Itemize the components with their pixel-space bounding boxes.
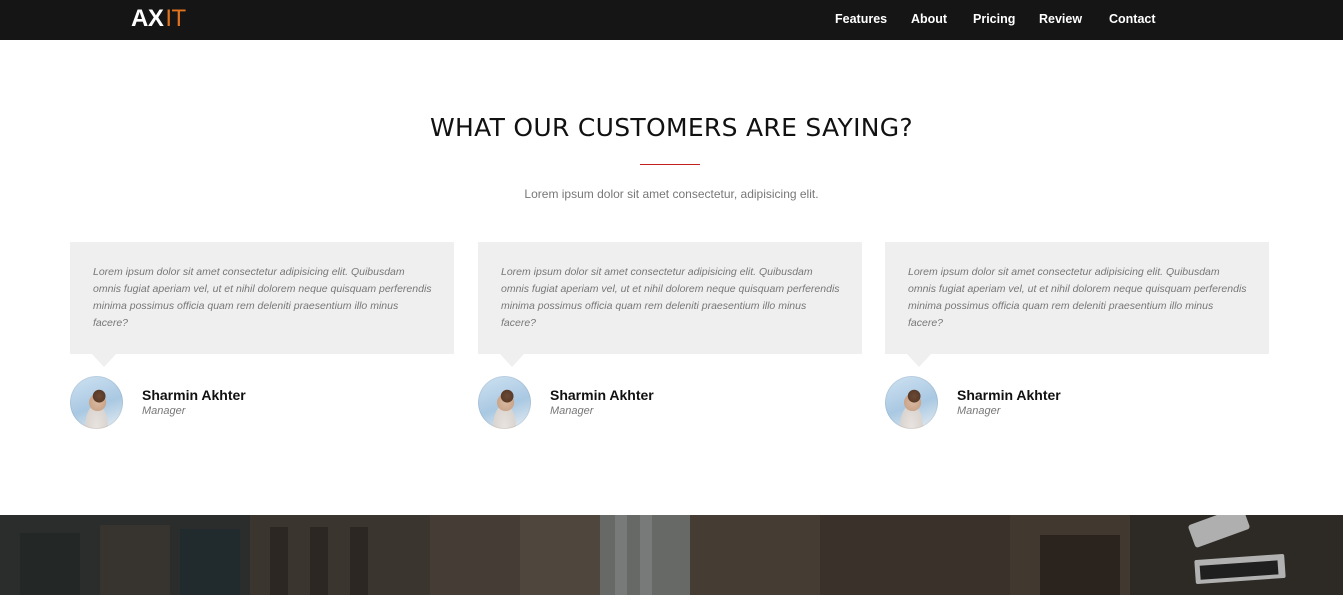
avatar [70, 376, 123, 429]
testimonial-card: Lorem ipsum dolor sit amet consectetur a… [70, 242, 454, 432]
navbar: AXIT Features About Pricing Review Conta… [0, 0, 1343, 40]
nav-link-about[interactable]: About [911, 11, 947, 27]
city-background-image [0, 515, 1343, 595]
customer-name: Sharmin Akhter [142, 387, 246, 403]
avatar [885, 376, 938, 429]
nav-link-features[interactable]: Features [835, 11, 887, 27]
quote-bubble: Lorem ipsum dolor sit amet consectetur a… [70, 242, 454, 354]
testimonial-quote: Lorem ipsum dolor sit amet consectetur a… [908, 266, 1247, 329]
bubble-pointer [500, 354, 524, 367]
section-subtitle: Lorem ipsum dolor sit amet consectetur, … [524, 187, 819, 201]
customer-role: Manager [142, 405, 186, 417]
bubble-pointer [907, 354, 931, 367]
nav-link-review[interactable]: Review [1039, 11, 1082, 27]
customer-name: Sharmin Akhter [550, 387, 654, 403]
testimonial-card: Lorem ipsum dolor sit amet consectetur a… [478, 242, 862, 432]
brand-logo[interactable]: AXIT [131, 5, 186, 33]
nav-link-pricing[interactable]: Pricing [973, 11, 1015, 27]
testimonial-card: Lorem ipsum dolor sit amet consectetur a… [885, 242, 1269, 432]
testimonial-quote: Lorem ipsum dolor sit amet consectetur a… [93, 266, 432, 329]
logo-text-primary: AX [131, 5, 164, 32]
testimonial-quote: Lorem ipsum dolor sit amet consectetur a… [501, 266, 840, 329]
city-street-illustration [0, 515, 1343, 595]
quote-bubble: Lorem ipsum dolor sit amet consectetur a… [885, 242, 1269, 354]
customer-role: Manager [550, 405, 594, 417]
customer-role: Manager [957, 405, 1001, 417]
bubble-pointer [92, 354, 116, 367]
nav-link-contact[interactable]: Contact [1109, 11, 1156, 27]
logo-text-accent: IT [165, 5, 186, 32]
avatar [478, 376, 531, 429]
section-title: WHAT OUR CUSTOMERS ARE SAYING? [429, 113, 913, 142]
quote-bubble: Lorem ipsum dolor sit amet consectetur a… [478, 242, 862, 354]
title-divider [640, 164, 700, 165]
customer-name: Sharmin Akhter [957, 387, 1061, 403]
